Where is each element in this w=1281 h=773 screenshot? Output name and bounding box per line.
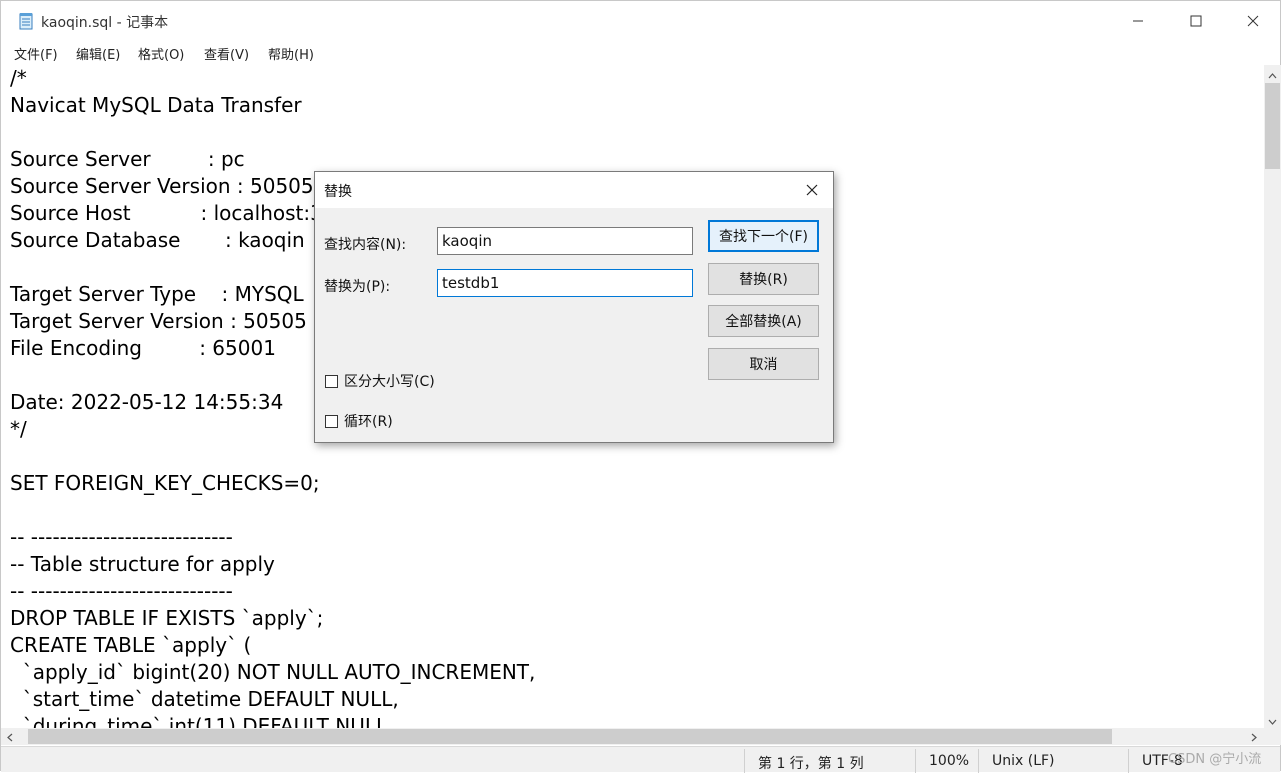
replace-label: 替换为(P): [324,279,391,295]
horizontal-scroll-thumb[interactable] [28,729,1112,744]
editor-line: /* [10,66,27,90]
find-input[interactable] [437,227,693,255]
editor-line: DROP TABLE IF EXISTS `apply`; [10,606,324,630]
notepad-icon [18,12,34,30]
close-icon [1247,12,1259,31]
maximize-icon [1190,12,1202,31]
scroll-down-button[interactable] [1264,711,1281,728]
status-divider [915,749,916,773]
editor-line: `start_time` datetime DEFAULT NULL, [10,687,399,711]
status-divider [1128,749,1129,773]
match-case-option[interactable]: 区分大小写(C) [325,371,435,391]
status-zoom: 100% [929,753,970,769]
dialog-close-button[interactable] [799,178,825,202]
maximize-button[interactable] [1167,1,1225,41]
replace-all-button[interactable]: 全部替换(A) [708,305,819,337]
status-divider [978,749,979,773]
editor-line: */ [10,417,27,441]
close-icon [806,181,818,200]
match-case-label: 区分大小写(C) [344,374,435,390]
menu-view[interactable]: 查看(V) [204,44,249,63]
horizontal-scrollbar[interactable] [1,728,1264,745]
chevron-left-icon [6,727,13,746]
status-bar: 第 1 行，第 1 列 100% Unix (LF) UTF-8 [1,746,1280,773]
replace-button[interactable]: 替换(R) [708,263,819,295]
editor-line: SET FOREIGN_KEY_CHECKS=0; [10,471,320,495]
editor-line: -- ---------------------------- [10,525,233,549]
editor-line: Navicat MySQL Data Transfer [10,93,302,117]
vertical-scroll-thumb[interactable] [1265,83,1280,169]
replace-input[interactable] [437,269,693,297]
menu-format[interactable]: 格式(O) [138,44,184,63]
dialog-title-bar[interactable]: 替换 [315,172,833,208]
scroll-left-button[interactable] [1,728,18,745]
scroll-up-button[interactable] [1264,65,1281,82]
editor-line: Target Server Type : MYSQL [10,282,304,306]
replace-dialog: 替换 查找内容(N): 替换为(P): 查找下一个(F) 替换(R) 全部替换(… [314,171,834,443]
editor-line: -- ---------------------------- [10,579,233,603]
editor-line: Target Server Version : 50505 [10,309,307,333]
chevron-down-icon [1268,710,1277,729]
wrap-around-label: 循环(R) [344,414,393,430]
scrollbar-corner [1264,728,1281,745]
editor-line: Source Database : kaoqin [10,228,305,252]
minimize-button[interactable] [1109,1,1167,41]
chevron-up-icon [1268,64,1277,83]
close-button[interactable] [1224,1,1281,41]
editor-line: File Encoding : 65001 [10,336,276,360]
match-case-checkbox[interactable] [325,374,338,388]
wrap-around-option[interactable]: 循环(R) [325,411,393,431]
vertical-scrollbar[interactable] [1264,65,1281,728]
watermark: CSDN @宁小流 [1168,752,1262,767]
window-title: kaoqin.sql - 记事本 [41,15,169,31]
editor-line: Source Server : pc [10,147,245,171]
editor-line: `during_time` int(11) DEFAULT NULL, [10,714,394,728]
dialog-title: 替换 [324,184,352,200]
find-next-button[interactable]: 查找下一个(F) [708,220,819,252]
menu-bar: 文件(F) 编辑(E) 格式(O) 查看(V) 帮助(H) [1,41,1280,65]
wrap-around-checkbox[interactable] [325,414,338,428]
scroll-right-button[interactable] [1245,728,1262,745]
editor-line: -- Table structure for apply [10,552,275,576]
editor-line: CREATE TABLE `apply` ( [10,633,252,657]
chevron-right-icon [1251,727,1257,746]
editor-line: Source Host : localhost:33 [10,201,336,225]
menu-file[interactable]: 文件(F) [14,44,58,63]
status-line-ending: Unix (LF) [992,753,1055,769]
menu-edit[interactable]: 编辑(E) [76,44,120,63]
status-cursor-position: 第 1 行，第 1 列 [758,756,864,772]
menu-help[interactable]: 帮助(H) [268,44,314,63]
cancel-button[interactable]: 取消 [708,348,819,380]
find-label: 查找内容(N): [324,237,407,253]
status-divider [744,749,745,773]
editor-line: Source Server Version : 50505 [10,174,314,198]
title-bar[interactable]: kaoqin.sql - 记事本 [1,1,1280,41]
minimize-icon [1132,12,1144,31]
editor-line: Date: 2022-05-12 14:55:34 [10,390,284,414]
editor-line: `apply_id` bigint(20) NOT NULL AUTO_INCR… [10,660,536,684]
